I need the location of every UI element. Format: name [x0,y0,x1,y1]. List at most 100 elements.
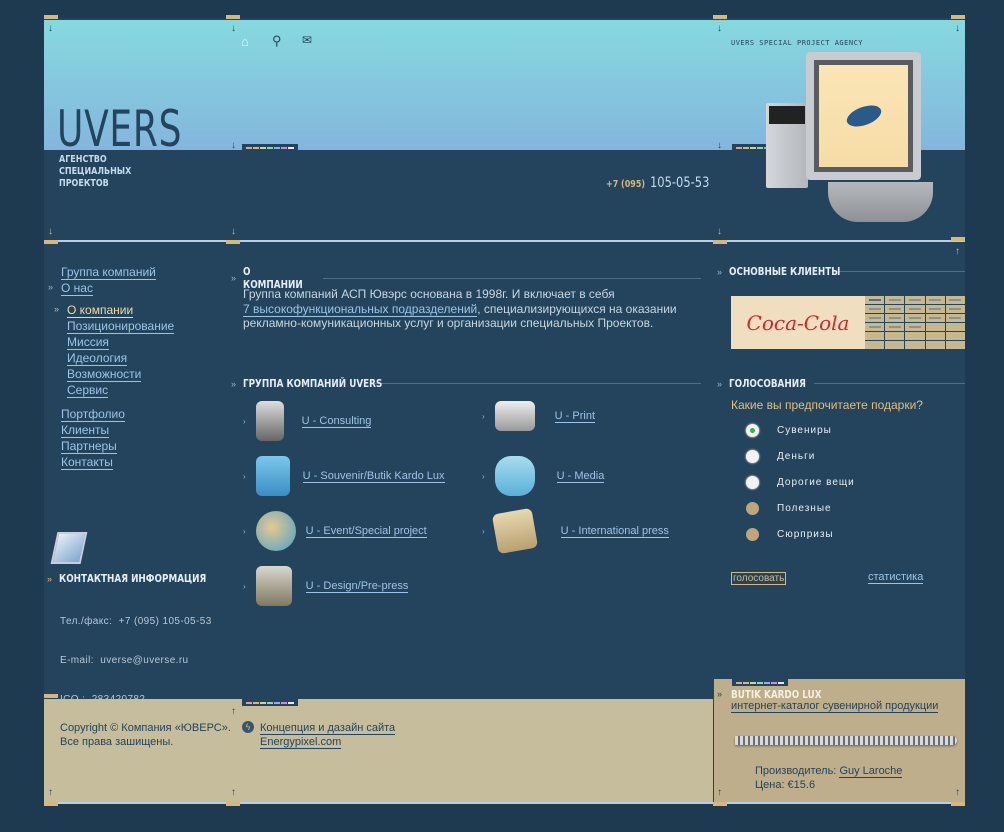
client-cell[interactable] [865,323,885,331]
client-cell[interactable] [905,332,925,340]
nav-portfolio[interactable]: Портфолио [61,407,125,422]
client-cell[interactable] [865,341,885,349]
client-cell[interactable] [865,314,885,322]
logo[interactable]: UVERS [57,100,182,158]
nav-about[interactable]: О нас [61,281,93,296]
client-cell[interactable] [945,314,965,322]
bullet-icon: » [54,304,60,314]
company-link[interactable]: U - Print [554,410,596,423]
stats-link[interactable]: статистика [868,571,924,584]
home-icon[interactable]: ⌂ [241,34,249,49]
designer-link[interactable]: Energypixel.com [260,736,342,749]
group-title: ГРУППА КОМПАНИЙ UVERS [243,377,383,390]
client-cell[interactable] [905,314,925,322]
company-link[interactable]: U - Event/Special project [305,525,427,538]
client-cell[interactable] [865,296,885,304]
nav-sub-company[interactable]: О компании [67,303,134,318]
client-cell[interactable] [885,296,905,304]
client-cell[interactable] [945,341,965,349]
company-link[interactable]: U - Souvenir/Butik Kardo Lux [302,470,445,483]
radio[interactable] [746,501,759,515]
bullet-icon: » [47,573,53,584]
divider [814,383,965,384]
poll-option[interactable]: Деньги [746,443,855,469]
client-cell[interactable] [945,305,965,313]
tagline: АГЕНСТВО СПЕЦИАЛЬНЫХ ПРОЕКТОВ [59,154,131,190]
nav-sub-service[interactable]: Сервис [67,383,109,398]
poll-option[interactable]: Полезные [746,495,855,521]
client-cell[interactable] [945,332,965,340]
arrow-down-icon: ↓ [955,23,960,34]
company-item[interactable]: › U - International press [482,507,669,555]
client-cell[interactable] [905,323,925,331]
client-cell[interactable] [885,314,905,322]
maker-label: Производитель: [755,765,837,777]
about-text: Группа компаний АСП Ювэрс основана в 199… [243,287,683,331]
poll-option[interactable]: Сувениры [746,417,855,443]
client-cell[interactable] [885,305,905,313]
client-cell[interactable] [925,305,945,313]
client-cell[interactable] [905,341,925,349]
divisions-link[interactable]: 7 высокофункциональных подразделений [243,301,478,317]
arrow-down-icon: ↓ [231,23,236,34]
poll-option[interactable]: Дорогие вещи [746,469,855,495]
radio[interactable] [746,475,759,489]
company-item[interactable]: › U - Souvenir/Butik Kardo Lux [243,456,445,496]
arrow-down-icon: ↓ [48,23,53,34]
client-cell[interactable] [945,296,965,304]
pen-image[interactable] [735,736,957,745]
nav-clients[interactable]: Клиенты [61,423,110,438]
footer [44,699,713,802]
radio[interactable] [746,527,759,541]
group-heading: » ГРУППА КОМПАНИЙ UVERS [231,377,701,390]
client-cell[interactable] [885,332,905,340]
company-item[interactable]: › U - Design/Pre-press [243,566,409,606]
client-cell[interactable] [925,314,945,322]
radio[interactable] [746,449,759,463]
nav-sub-capabilities[interactable]: Возможности [67,367,142,382]
arrow-down-icon: ↓ [231,226,236,237]
client-cell[interactable] [885,323,905,331]
option-label: Сувениры [777,424,832,436]
client-cell[interactable] [885,341,905,349]
vote-button[interactable]: голосовать [731,572,787,585]
option-label: Деньги [777,450,816,462]
contact-heading: » КОНТАКТНАЯ ИНФОРМАЦИЯ [47,572,243,585]
client-cell[interactable] [865,305,885,313]
client-cell[interactable] [925,341,945,349]
company-item[interactable]: › U - Event/Special project [243,511,427,551]
search-icon[interactable]: ⚲ [272,33,282,49]
company-link[interactable]: U - Consulting [301,415,372,428]
client-cell[interactable] [865,332,885,340]
company-item[interactable]: › U - Media [482,456,605,496]
nav-partners[interactable]: Партнеры [61,439,117,454]
mail-icon[interactable]: ✉ [302,33,312,47]
poll-option[interactable]: Сюрпризы [746,521,855,547]
arrow-up-icon: ↑ [955,787,960,798]
company-link[interactable]: U - Media [556,470,605,483]
client-cell[interactable] [925,332,945,340]
nav-sub-mission[interactable]: Миссия [67,335,109,350]
agency-label: UVERS SPECIAL PROJECT AGENCY [731,39,864,47]
company-link[interactable]: U - International press [560,525,669,538]
arrow-down-icon: ↓ [717,23,722,34]
design-link[interactable]: Концепция и дазайн сайта [260,722,396,735]
copyright-line: Все права зашищены. [60,736,174,748]
monitor-stand [828,182,933,222]
client-cell[interactable] [905,305,925,313]
client-cell[interactable] [945,323,965,331]
nav-contacts[interactable]: Контакты [61,455,113,470]
nav-group[interactable]: Группа компаний [61,265,156,280]
company-link[interactable]: U - Design/Pre-press [305,580,409,593]
client-cell[interactable] [925,323,945,331]
maker-link[interactable]: Guy Laroche [839,765,903,778]
client-cell[interactable] [925,296,945,304]
nav-sub-positioning[interactable]: Позиционирование [67,319,175,334]
promo-catalog-link[interactable]: интернет-каталог сувенирной продукции [731,700,939,713]
company-item[interactable]: › U - Print [482,401,596,431]
client-logo[interactable]: Coca-Cola [731,296,865,349]
radio-selected[interactable] [746,423,759,437]
nav-sub-ideology[interactable]: Идеология [67,351,128,366]
company-item[interactable]: › U - Consulting [243,401,372,441]
client-cell[interactable] [905,296,925,304]
